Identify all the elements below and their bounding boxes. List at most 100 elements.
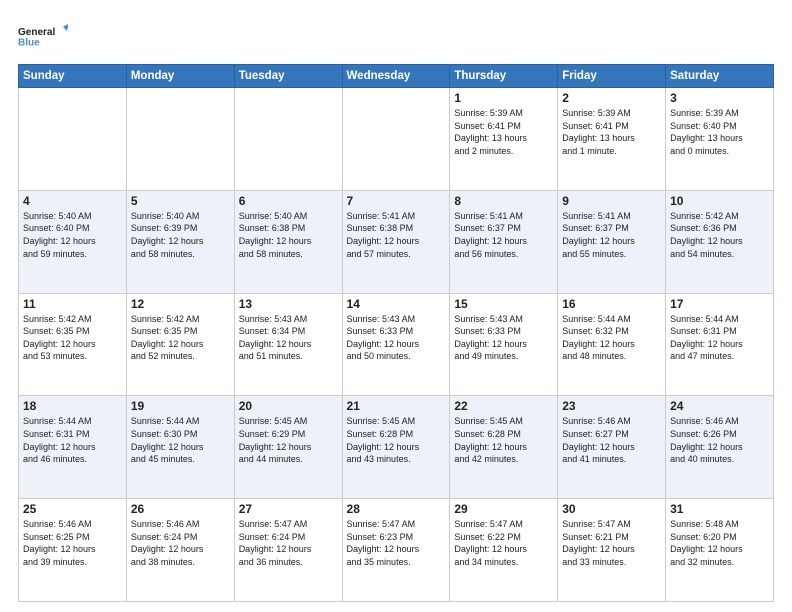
calendar-cell: 2 Sunrise: 5:39 AM Sunset: 6:41 PM Daylig…: [558, 88, 666, 191]
calendar-cell: 6Sunrise: 5:40 AM Sunset: 6:38 PM Daylig…: [234, 190, 342, 293]
calendar-day-header: Friday: [558, 65, 666, 88]
logo: General Blue: [18, 16, 68, 56]
day-detail: Sunrise: 5:46 AM Sunset: 6:25 PM Dayligh…: [23, 518, 122, 568]
day-number: 22: [454, 399, 553, 413]
day-number: 2: [562, 91, 661, 105]
day-detail: Sunrise: 5:42 AM Sunset: 6:35 PM Dayligh…: [23, 313, 122, 363]
calendar-cell: 29Sunrise: 5:47 AM Sunset: 6:22 PM Dayli…: [450, 499, 558, 602]
calendar-week-row: 25 Sunrise: 5:46 AM Sunset: 6:25 PM Dayli…: [19, 499, 774, 602]
day-number: 30: [562, 502, 661, 516]
calendar-cell: 24 Sunrise: 5:46 AM Sunset: 6:26 PM Dayli…: [666, 396, 774, 499]
day-number: 25: [23, 502, 122, 516]
day-detail: Sunrise: 5:45 AM Sunset: 6:28 PM Dayligh…: [347, 415, 446, 465]
day-detail: Sunrise: 5:46 AM Sunset: 6:24 PM Dayligh…: [131, 518, 230, 568]
day-number: 8: [454, 194, 553, 208]
calendar-cell: 3 Sunrise: 5:39 AM Sunset: 6:40 PM Daylig…: [666, 88, 774, 191]
header: General Blue: [18, 16, 774, 56]
calendar-cell: 16Sunrise: 5:44 AM Sunset: 6:32 PM Dayli…: [558, 293, 666, 396]
calendar-cell: 22 Sunrise: 5:45 AM Sunset: 6:28 PM Dayli…: [450, 396, 558, 499]
day-number: 7: [347, 194, 446, 208]
day-number: 1: [454, 91, 553, 105]
calendar-cell: 27 Sunrise: 5:47 AM Sunset: 6:24 PM Dayli…: [234, 499, 342, 602]
day-number: 4: [23, 194, 122, 208]
calendar-cell: 8 Sunrise: 5:41 AM Sunset: 6:37 PM Daylig…: [450, 190, 558, 293]
calendar-cell: 21 Sunrise: 5:45 AM Sunset: 6:28 PM Dayli…: [342, 396, 450, 499]
day-number: 9: [562, 194, 661, 208]
day-number: 23: [562, 399, 661, 413]
day-detail: Sunrise: 5:39 AM Sunset: 6:41 PM Dayligh…: [454, 107, 553, 157]
calendar-week-row: 4 Sunrise: 5:40 AM Sunset: 6:40 PM Daylig…: [19, 190, 774, 293]
calendar-week-row: 18Sunrise: 5:44 AM Sunset: 6:31 PM Dayli…: [19, 396, 774, 499]
day-detail: Sunrise: 5:43 AM Sunset: 6:33 PM Dayligh…: [347, 313, 446, 363]
day-detail: Sunrise: 5:44 AM Sunset: 6:32 PM Dayligh…: [562, 313, 661, 363]
day-detail: Sunrise: 5:39 AM Sunset: 6:40 PM Dayligh…: [670, 107, 769, 157]
page: General Blue SundayMondayTuesdayWednesda…: [0, 0, 792, 612]
day-detail: Sunrise: 5:43 AM Sunset: 6:33 PM Dayligh…: [454, 313, 553, 363]
day-number: 28: [347, 502, 446, 516]
day-number: 31: [670, 502, 769, 516]
calendar-day-header: Thursday: [450, 65, 558, 88]
day-detail: Sunrise: 5:42 AM Sunset: 6:35 PM Dayligh…: [131, 313, 230, 363]
calendar-cell: [234, 88, 342, 191]
day-number: 27: [239, 502, 338, 516]
calendar-cell: 7Sunrise: 5:41 AM Sunset: 6:38 PM Daylig…: [342, 190, 450, 293]
day-number: 12: [131, 297, 230, 311]
calendar-cell: 17Sunrise: 5:44 AM Sunset: 6:31 PM Dayli…: [666, 293, 774, 396]
day-number: 14: [347, 297, 446, 311]
day-detail: Sunrise: 5:40 AM Sunset: 6:38 PM Dayligh…: [239, 210, 338, 260]
day-detail: Sunrise: 5:44 AM Sunset: 6:30 PM Dayligh…: [131, 415, 230, 465]
calendar-cell: 31 Sunrise: 5:48 AM Sunset: 6:20 PM Dayli…: [666, 499, 774, 602]
day-detail: Sunrise: 5:40 AM Sunset: 6:39 PM Dayligh…: [131, 210, 230, 260]
day-number: 15: [454, 297, 553, 311]
day-number: 24: [670, 399, 769, 413]
calendar-cell: 19 Sunrise: 5:44 AM Sunset: 6:30 PM Dayli…: [126, 396, 234, 499]
calendar-week-row: 11 Sunrise: 5:42 AM Sunset: 6:35 PM Dayli…: [19, 293, 774, 396]
day-number: 29: [454, 502, 553, 516]
day-detail: Sunrise: 5:42 AM Sunset: 6:36 PM Dayligh…: [670, 210, 769, 260]
day-detail: Sunrise: 5:41 AM Sunset: 6:37 PM Dayligh…: [454, 210, 553, 260]
day-number: 5: [131, 194, 230, 208]
day-detail: Sunrise: 5:47 AM Sunset: 6:24 PM Dayligh…: [239, 518, 338, 568]
day-number: 10: [670, 194, 769, 208]
day-detail: Sunrise: 5:47 AM Sunset: 6:21 PM Dayligh…: [562, 518, 661, 568]
day-detail: Sunrise: 5:46 AM Sunset: 6:27 PM Dayligh…: [562, 415, 661, 465]
calendar-cell: [342, 88, 450, 191]
svg-text:General: General: [18, 27, 55, 38]
day-detail: Sunrise: 5:45 AM Sunset: 6:28 PM Dayligh…: [454, 415, 553, 465]
calendar-week-row: 1 Sunrise: 5:39 AM Sunset: 6:41 PM Daylig…: [19, 88, 774, 191]
calendar-header-row: SundayMondayTuesdayWednesdayThursdayFrid…: [19, 65, 774, 88]
calendar-cell: 23 Sunrise: 5:46 AM Sunset: 6:27 PM Dayli…: [558, 396, 666, 499]
calendar-cell: 14 Sunrise: 5:43 AM Sunset: 6:33 PM Dayli…: [342, 293, 450, 396]
calendar-cell: 4 Sunrise: 5:40 AM Sunset: 6:40 PM Daylig…: [19, 190, 127, 293]
calendar-cell: 26Sunrise: 5:46 AM Sunset: 6:24 PM Dayli…: [126, 499, 234, 602]
logo-svg: General Blue: [18, 16, 68, 56]
calendar-cell: 11 Sunrise: 5:42 AM Sunset: 6:35 PM Dayli…: [19, 293, 127, 396]
calendar-cell: 9 Sunrise: 5:41 AM Sunset: 6:37 PM Daylig…: [558, 190, 666, 293]
day-number: 13: [239, 297, 338, 311]
calendar-cell: 5 Sunrise: 5:40 AM Sunset: 6:39 PM Daylig…: [126, 190, 234, 293]
calendar-cell: 10 Sunrise: 5:42 AM Sunset: 6:36 PM Dayli…: [666, 190, 774, 293]
calendar-cell: 12 Sunrise: 5:42 AM Sunset: 6:35 PM Dayli…: [126, 293, 234, 396]
day-detail: Sunrise: 5:47 AM Sunset: 6:23 PM Dayligh…: [347, 518, 446, 568]
day-detail: Sunrise: 5:46 AM Sunset: 6:26 PM Dayligh…: [670, 415, 769, 465]
svg-text:Blue: Blue: [18, 37, 40, 48]
day-detail: Sunrise: 5:39 AM Sunset: 6:41 PM Dayligh…: [562, 107, 661, 157]
day-number: 3: [670, 91, 769, 105]
calendar-day-header: Monday: [126, 65, 234, 88]
day-detail: Sunrise: 5:48 AM Sunset: 6:20 PM Dayligh…: [670, 518, 769, 568]
calendar-cell: 13Sunrise: 5:43 AM Sunset: 6:34 PM Dayli…: [234, 293, 342, 396]
day-number: 21: [347, 399, 446, 413]
calendar-cell: 28 Sunrise: 5:47 AM Sunset: 6:23 PM Dayli…: [342, 499, 450, 602]
day-number: 18: [23, 399, 122, 413]
day-number: 11: [23, 297, 122, 311]
calendar-day-header: Sunday: [19, 65, 127, 88]
day-detail: Sunrise: 5:41 AM Sunset: 6:37 PM Dayligh…: [562, 210, 661, 260]
day-detail: Sunrise: 5:40 AM Sunset: 6:40 PM Dayligh…: [23, 210, 122, 260]
day-detail: Sunrise: 5:45 AM Sunset: 6:29 PM Dayligh…: [239, 415, 338, 465]
day-number: 19: [131, 399, 230, 413]
calendar-cell: 1 Sunrise: 5:39 AM Sunset: 6:41 PM Daylig…: [450, 88, 558, 191]
calendar-day-header: Wednesday: [342, 65, 450, 88]
calendar-day-header: Tuesday: [234, 65, 342, 88]
calendar-cell: 25 Sunrise: 5:46 AM Sunset: 6:25 PM Dayli…: [19, 499, 127, 602]
calendar-cell: 20Sunrise: 5:45 AM Sunset: 6:29 PM Dayli…: [234, 396, 342, 499]
